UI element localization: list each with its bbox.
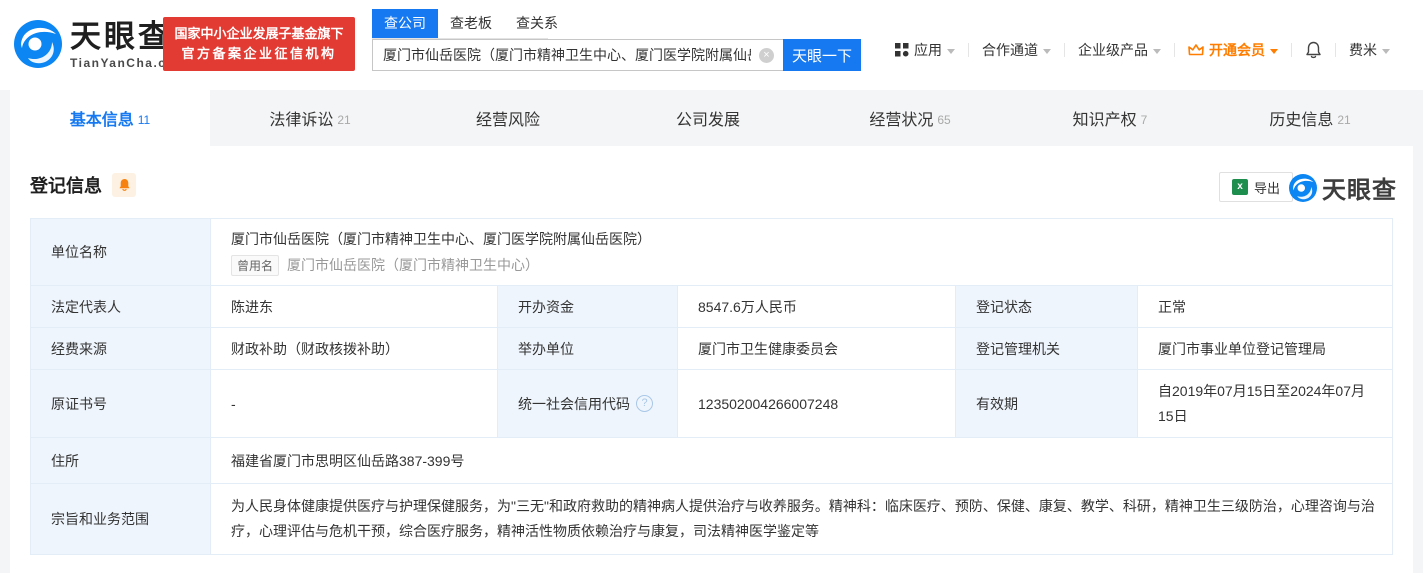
field-label-validity: 有效期 (956, 370, 1138, 438)
export-button[interactable]: x 导出 (1218, 172, 1293, 202)
field-label-cert-no: 原证书号 (31, 370, 211, 438)
clear-search-icon[interactable]: × (759, 48, 774, 63)
field-label-organizer: 举办单位 (498, 328, 678, 370)
tianyancha-page: 天眼查 TianYanCha.com 国家中小企业发展子基金旗下 官方备案企业征… (0, 0, 1423, 573)
gov-badge-line2: 官方备案企业征信机构 (181, 46, 337, 61)
field-value-legal-rep: 陈进东 (211, 286, 498, 328)
tianyancha-logo-icon (14, 20, 62, 68)
nav-partnership[interactable]: 合作通道 (969, 40, 1064, 60)
field-value-unit-name: 厦门市仙岳医院（厦门市精神卫生中心、厦门医学院附属仙岳医院） 曾用名 厦门市仙岳… (211, 219, 1392, 286)
tab-count: 7 (1140, 112, 1148, 127)
company-tabbar: 基本信息 11 法律诉讼 21 经营风险 公司发展 经营状况 65 知识产权 7 (0, 90, 1423, 146)
nav-enterprise-products-label: 企业级产品 (1078, 42, 1148, 58)
field-label-unit-name: 单位名称 (31, 219, 211, 286)
field-label-funding: 经费来源 (31, 328, 211, 370)
credit-code-label-text: 统一社会信用代码 (518, 395, 630, 412)
search-tab-relation[interactable]: 查关系 (504, 9, 570, 38)
tab-operating-status[interactable]: 经营状况 65 (810, 90, 1010, 146)
field-label-capital: 开办资金 (498, 286, 678, 328)
help-icon[interactable]: ? (636, 395, 653, 412)
tab-intellectual-property[interactable]: 知识产权 7 (1010, 90, 1210, 146)
former-name-text: 厦门市仙岳医院（厦门市精神卫生中心） (287, 257, 540, 273)
tab-label: 基本信息 (69, 112, 134, 129)
tab-label: 法律诉讼 (269, 112, 334, 129)
search-button[interactable]: 天眼一下 (783, 39, 861, 71)
tab-label: 历史信息 (1269, 112, 1334, 129)
field-value-capital: 8547.6万人民币 (678, 286, 956, 328)
nav-vip-upgrade[interactable]: 开通会员 (1175, 40, 1291, 60)
export-label: 导出 (1253, 180, 1280, 196)
tab-basic-info[interactable]: 基本信息 11 (10, 90, 210, 146)
field-value-organizer: 厦门市卫生健康委员会 (678, 328, 956, 370)
field-label-scope: 宗旨和业务范围 (31, 484, 211, 554)
search-tabs: 查公司 查老板 查关系 (372, 9, 558, 39)
page-gutter-right (1413, 90, 1423, 573)
top-header: 天眼查 TianYanCha.com 国家中小企业发展子基金旗下 官方备案企业征… (0, 0, 1423, 90)
header-nav: 应用 合作通道 企业级产品 开通会员 费米 (882, 40, 1403, 60)
nav-user-menu[interactable]: 费米 (1336, 40, 1403, 60)
field-label-authority: 登记管理机关 (956, 328, 1138, 370)
nav-enterprise-products[interactable]: 企业级产品 (1065, 40, 1174, 60)
unit-name-text: 厦门市仙岳医院（厦门市精神卫生中心、厦门医学院附属仙岳医院） (231, 230, 651, 247)
field-value-status: 正常 (1138, 286, 1392, 328)
tab-label: 经营风险 (475, 112, 540, 129)
tianyancha-watermark: 天眼查 (1289, 170, 1397, 205)
bell-icon (119, 179, 129, 191)
tab-count: 11 (137, 112, 151, 127)
tab-label: 经营状况 (869, 112, 934, 129)
field-label-legal-rep: 法定代表人 (31, 286, 211, 328)
nav-apps[interactable]: 应用 (882, 40, 968, 60)
search-input[interactable] (372, 39, 783, 71)
search-tab-company[interactable]: 查公司 (372, 9, 438, 38)
field-value-credit-code: 123502004266007248 (678, 370, 956, 438)
search-tab-boss[interactable]: 查老板 (438, 9, 504, 38)
nav-apps-label: 应用 (914, 42, 942, 58)
tab-business-risk[interactable]: 经营风险 (410, 90, 610, 146)
bell-icon (1306, 41, 1321, 59)
field-label-address: 住所 (31, 438, 211, 484)
tab-label: 知识产权 (1072, 112, 1137, 129)
chevron-down-icon (1270, 48, 1278, 54)
basic-info-card: 登记信息 x 导出 天眼查 单位名称 厦门市仙岳医院（厦门市精神卫生中心、厦门医… (10, 146, 1413, 573)
field-value-authority: 厦门市事业单位登记管理局 (1138, 328, 1392, 370)
registration-table: 单位名称 厦门市仙岳医院（厦门市精神卫生中心、厦门医学院附属仙岳医院） 曾用名 … (30, 218, 1393, 555)
chevron-down-icon (1382, 48, 1390, 54)
excel-icon: x (1231, 179, 1248, 195)
field-value-scope: 为人民身体健康提供医疗与护理保健服务，为"三无"和政府救助的精神病人提供治疗与收… (231, 498, 1375, 539)
tab-count: 65 (937, 112, 951, 127)
field-value-funding: 财政补助（财政核拨补助） (211, 328, 498, 370)
chevron-down-icon (947, 48, 955, 54)
tab-label: 公司发展 (675, 112, 740, 129)
section-title: 登记信息 (30, 176, 102, 196)
field-label-status: 登记状态 (956, 286, 1138, 328)
tab-history-info[interactable]: 历史信息 21 (1210, 90, 1410, 146)
field-value-address: 福建省厦门市思明区仙岳路387-399号 (211, 438, 1392, 484)
username: 费米 (1349, 42, 1377, 58)
gov-credit-badge: 国家中小企业发展子基金旗下 官方备案企业征信机构 (163, 17, 355, 71)
tab-count: 21 (337, 112, 351, 127)
page-gutter-left (0, 90, 10, 573)
watermark-text: 天眼查 (1322, 177, 1397, 204)
field-value-cert-no: - (211, 370, 498, 438)
tab-count: 21 (1337, 112, 1351, 127)
gov-badge-line1: 国家中小企业发展子基金旗下 (174, 26, 344, 41)
subscribe-bell-button[interactable] (112, 173, 136, 197)
nav-partnership-label: 合作通道 (982, 42, 1038, 58)
tianyancha-logo[interactable]: 天眼查 TianYanCha.com (14, 20, 187, 70)
tianyancha-watermark-icon (1289, 173, 1317, 202)
crown-icon (1188, 44, 1204, 56)
field-label-credit-code: 统一社会信用代码 ? (498, 370, 678, 438)
tab-legal-litigation[interactable]: 法律诉讼 21 (210, 90, 410, 146)
field-value-validity: 自2019年07月15日至2024年07月15日 (1138, 370, 1392, 438)
chevron-down-icon (1153, 48, 1161, 54)
chevron-down-icon (1043, 48, 1051, 54)
app-grid-icon (895, 43, 909, 57)
former-name-tag: 曾用名 (231, 254, 280, 276)
tab-company-development[interactable]: 公司发展 (610, 90, 810, 146)
search-widget: 查公司 查老板 查关系 × 天眼一下 (372, 9, 861, 71)
notifications-button[interactable] (1292, 41, 1335, 59)
nav-vip-label: 开通会员 (1209, 42, 1265, 58)
